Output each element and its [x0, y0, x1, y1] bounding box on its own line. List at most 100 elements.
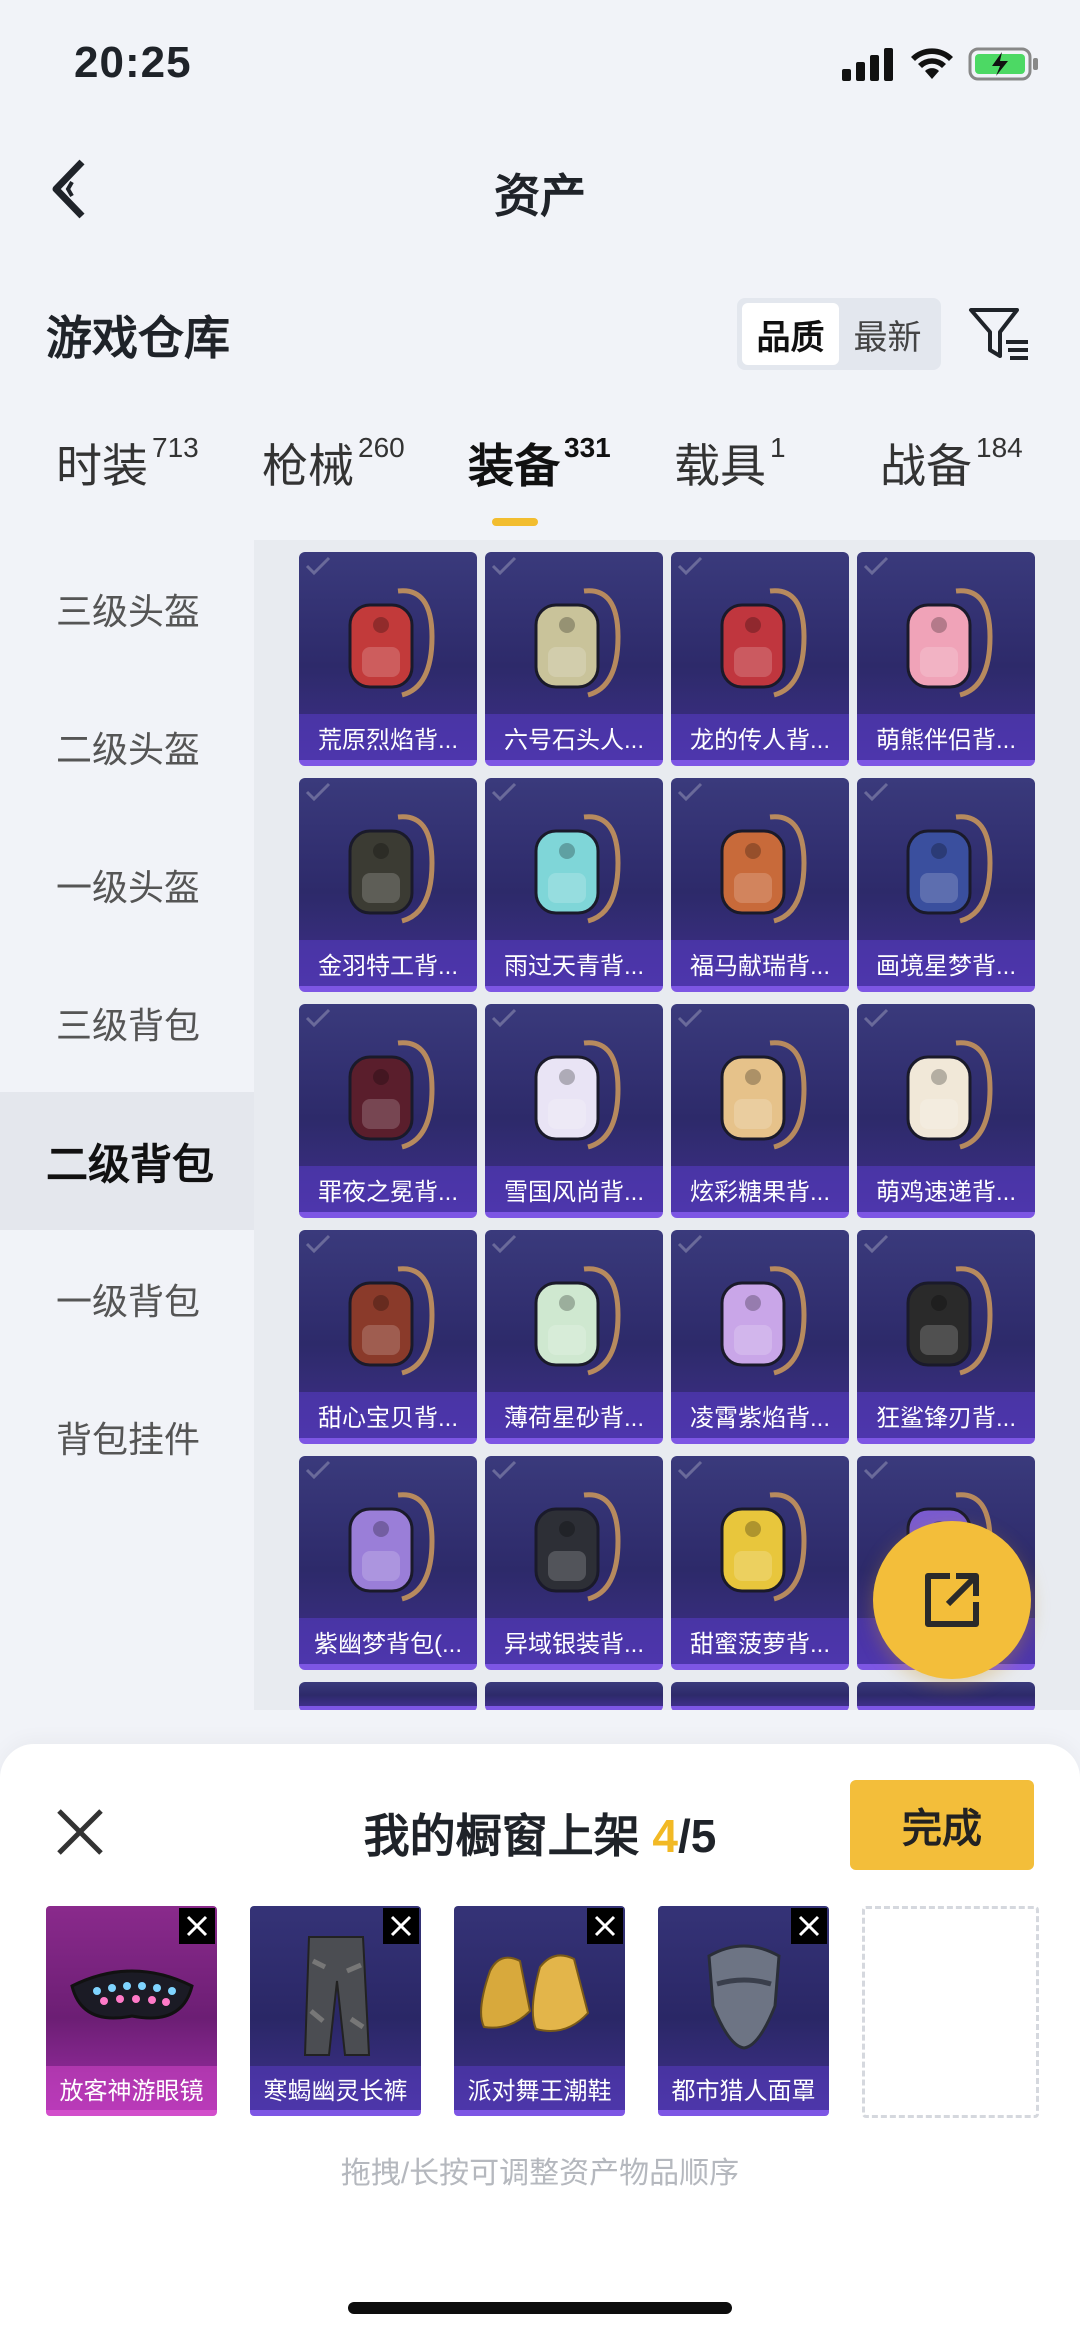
- showcase-count-current: 4: [652, 1810, 678, 1862]
- side-item-helmet-2[interactable]: 二级头盔: [0, 678, 254, 816]
- section-title: 游戏仓库: [46, 312, 230, 364]
- backpack-icon: [485, 572, 663, 712]
- filter-button[interactable]: [966, 302, 1032, 368]
- backpack-icon: [485, 1476, 663, 1616]
- item-card-label: 雪国风尚背...: [485, 1166, 663, 1212]
- tab-equipment[interactable]: 装备 331: [468, 430, 611, 496]
- item-card-label: 甜心宝贝背...: [299, 1392, 477, 1438]
- sort-newest-option[interactable]: 最新: [839, 303, 936, 365]
- mask-icon: [658, 1926, 829, 2066]
- item-card-label: 六号石头人...: [485, 714, 663, 760]
- item-card-label: 甜蜜菠萝背...: [671, 1618, 849, 1664]
- item-card[interactable]: 六号石头人...: [485, 552, 663, 766]
- item-card-label: 荒原烈焰背...: [299, 714, 477, 760]
- item-card[interactable]: 薄荷星砂背...: [485, 1230, 663, 1444]
- showcase-item[interactable]: 都市猎人面罩: [658, 1906, 829, 2116]
- share-button[interactable]: [873, 1521, 1031, 1679]
- tab-weapons[interactable]: 枪械 260: [262, 430, 405, 496]
- item-card[interactable]: [857, 1682, 1035, 1710]
- side-item-backpack-charm[interactable]: 背包挂件: [0, 1368, 254, 1506]
- sort-quality-option[interactable]: 品质: [742, 303, 839, 365]
- item-card-label: 异域银装背...: [485, 1618, 663, 1664]
- showcase-sheet: 我的橱窗上架 4/5 完成 放客神游眼镜 寒蝎幽灵长裤 派对舞王潮鞋 都市猎人面…: [0, 1744, 1080, 2339]
- item-card-label: 萌熊伴侣背...: [857, 714, 1035, 760]
- item-card-label: 画境星梦背...: [857, 940, 1035, 986]
- backpack-icon: [857, 1024, 1035, 1164]
- backpack-icon: [857, 572, 1035, 712]
- tab-fashion[interactable]: 时装 713: [56, 430, 199, 496]
- tab-underline: [492, 518, 538, 526]
- backpack-icon: [299, 798, 477, 938]
- item-card[interactable]: 甜心宝贝背...: [299, 1230, 477, 1444]
- item-card-label: 金羽特工背...: [299, 940, 477, 986]
- showcase-item-label: 派对舞王潮鞋: [454, 2066, 625, 2110]
- item-card[interactable]: [299, 1682, 477, 1710]
- backpack-icon: [671, 572, 849, 712]
- showcase-item-label: 都市猎人面罩: [658, 2066, 829, 2110]
- status-icons: [840, 46, 1040, 82]
- item-card-label: 龙的传人背...: [671, 714, 849, 760]
- item-card-label: 炫彩糖果背...: [671, 1166, 849, 1212]
- item-card[interactable]: 罪夜之冕背...: [299, 1004, 477, 1218]
- backpack-icon: [671, 798, 849, 938]
- item-card[interactable]: 甜蜜菠萝背...: [671, 1456, 849, 1670]
- backpack-icon: [857, 798, 1035, 938]
- showcase-item[interactable]: 放客神游眼镜: [46, 1906, 217, 2116]
- shoes-icon: [454, 1926, 625, 2066]
- item-card-label: 薄荷星砂背...: [485, 1392, 663, 1438]
- backpack-icon: [299, 572, 477, 712]
- showcase-shelf: 放客神游眼镜 寒蝎幽灵长裤 派对舞王潮鞋 都市猎人面罩: [46, 1906, 1039, 2118]
- item-card[interactable]: 异域银装背...: [485, 1456, 663, 1670]
- backpack-icon: [299, 1250, 477, 1390]
- item-card[interactable]: 萌鸡速递背...: [857, 1004, 1035, 1218]
- side-item-helmet-3[interactable]: 三级头盔: [0, 540, 254, 678]
- item-card[interactable]: 雪国风尚背...: [485, 1004, 663, 1218]
- side-menu: 三级头盔 二级头盔 一级头盔 三级背包 二级背包 一级背包 背包挂件: [0, 540, 254, 1710]
- backpack-icon: [485, 798, 663, 938]
- side-item-backpack-2[interactable]: 二级背包: [0, 1092, 254, 1230]
- backpack-icon: [299, 1024, 477, 1164]
- empty-showcase-slot[interactable]: [862, 1906, 1039, 2118]
- item-card[interactable]: 荒原烈焰背...: [299, 552, 477, 766]
- item-card[interactable]: 雨过天青背...: [485, 778, 663, 992]
- item-card-label: 紫幽梦背包(...: [299, 1618, 477, 1664]
- goggles-icon: [46, 1926, 217, 2066]
- side-item-backpack-1[interactable]: 一级背包: [0, 1230, 254, 1368]
- showcase-item-label: 放客神游眼镜: [46, 2066, 217, 2110]
- backpack-icon: [671, 1476, 849, 1616]
- nav-bar: 资产: [0, 130, 1080, 250]
- item-card[interactable]: 狂鲨锋刃背...: [857, 1230, 1035, 1444]
- item-card-label: 狂鲨锋刃背...: [857, 1392, 1035, 1438]
- signal-icon: [842, 48, 893, 81]
- page-title: 资产: [494, 170, 586, 222]
- status-bar: 20:25: [0, 0, 1080, 130]
- item-card-label: 罪夜之冕背...: [299, 1166, 477, 1212]
- reorder-hint: 拖拽/长按可调整资产物品顺序: [340, 2157, 740, 2190]
- item-card[interactable]: 龙的传人背...: [671, 552, 849, 766]
- showcase-item[interactable]: 寒蝎幽灵长裤: [250, 1906, 421, 2116]
- item-card[interactable]: 紫幽梦背包(...: [299, 1456, 477, 1670]
- item-card[interactable]: 萌熊伴侣背...: [857, 552, 1035, 766]
- backpack-icon: [671, 1250, 849, 1390]
- backpack-icon: [299, 1476, 477, 1616]
- backpack-icon: [485, 1250, 663, 1390]
- sort-toggle: 品质 最新: [737, 298, 941, 370]
- item-card[interactable]: 金羽特工背...: [299, 778, 477, 992]
- item-card[interactable]: [671, 1682, 849, 1710]
- item-card[interactable]: 福马献瑞背...: [671, 778, 849, 992]
- home-indicator: [348, 2302, 732, 2314]
- item-card[interactable]: 凌霄紫焰背...: [671, 1230, 849, 1444]
- done-button[interactable]: 完成: [850, 1780, 1034, 1870]
- tab-vehicles[interactable]: 载具 1: [674, 430, 786, 496]
- tab-gear[interactable]: 战备 184: [880, 430, 1023, 496]
- category-tabs: 时装 713 枪械 260 装备 331 载具 1 战备 184: [0, 430, 1080, 540]
- item-card[interactable]: 画境星梦背...: [857, 778, 1035, 992]
- battery-icon: [968, 47, 1038, 81]
- item-card[interactable]: [485, 1682, 663, 1710]
- side-item-backpack-3[interactable]: 三级背包: [0, 954, 254, 1092]
- share-icon: [925, 1573, 979, 1627]
- showcase-count-total: /5: [678, 1810, 717, 1862]
- item-card[interactable]: 炫彩糖果背...: [671, 1004, 849, 1218]
- side-item-helmet-1[interactable]: 一级头盔: [0, 816, 254, 954]
- showcase-item[interactable]: 派对舞王潮鞋: [454, 1906, 625, 2116]
